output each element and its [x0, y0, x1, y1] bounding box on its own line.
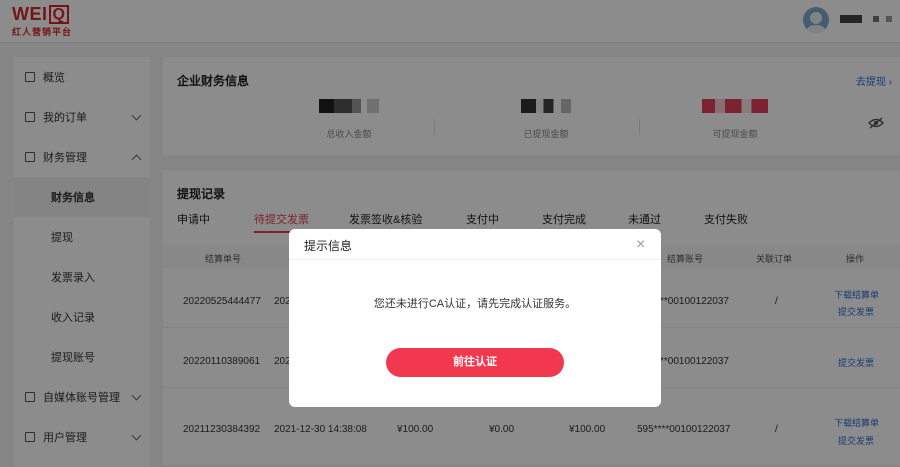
go-authenticate-button[interactable]: 前往认证 — [386, 348, 564, 377]
dialog-message: 您还未进行CA认证，请先完成认证服务。 — [373, 298, 577, 310]
close-icon[interactable]: × — [636, 237, 645, 253]
ca-auth-dialog: 提示信息 × 您还未进行CA认证，请先完成认证服务。 前往认证 — [289, 229, 661, 407]
dialog-title: 提示信息 — [304, 239, 353, 253]
dialog-divider — [289, 259, 661, 260]
